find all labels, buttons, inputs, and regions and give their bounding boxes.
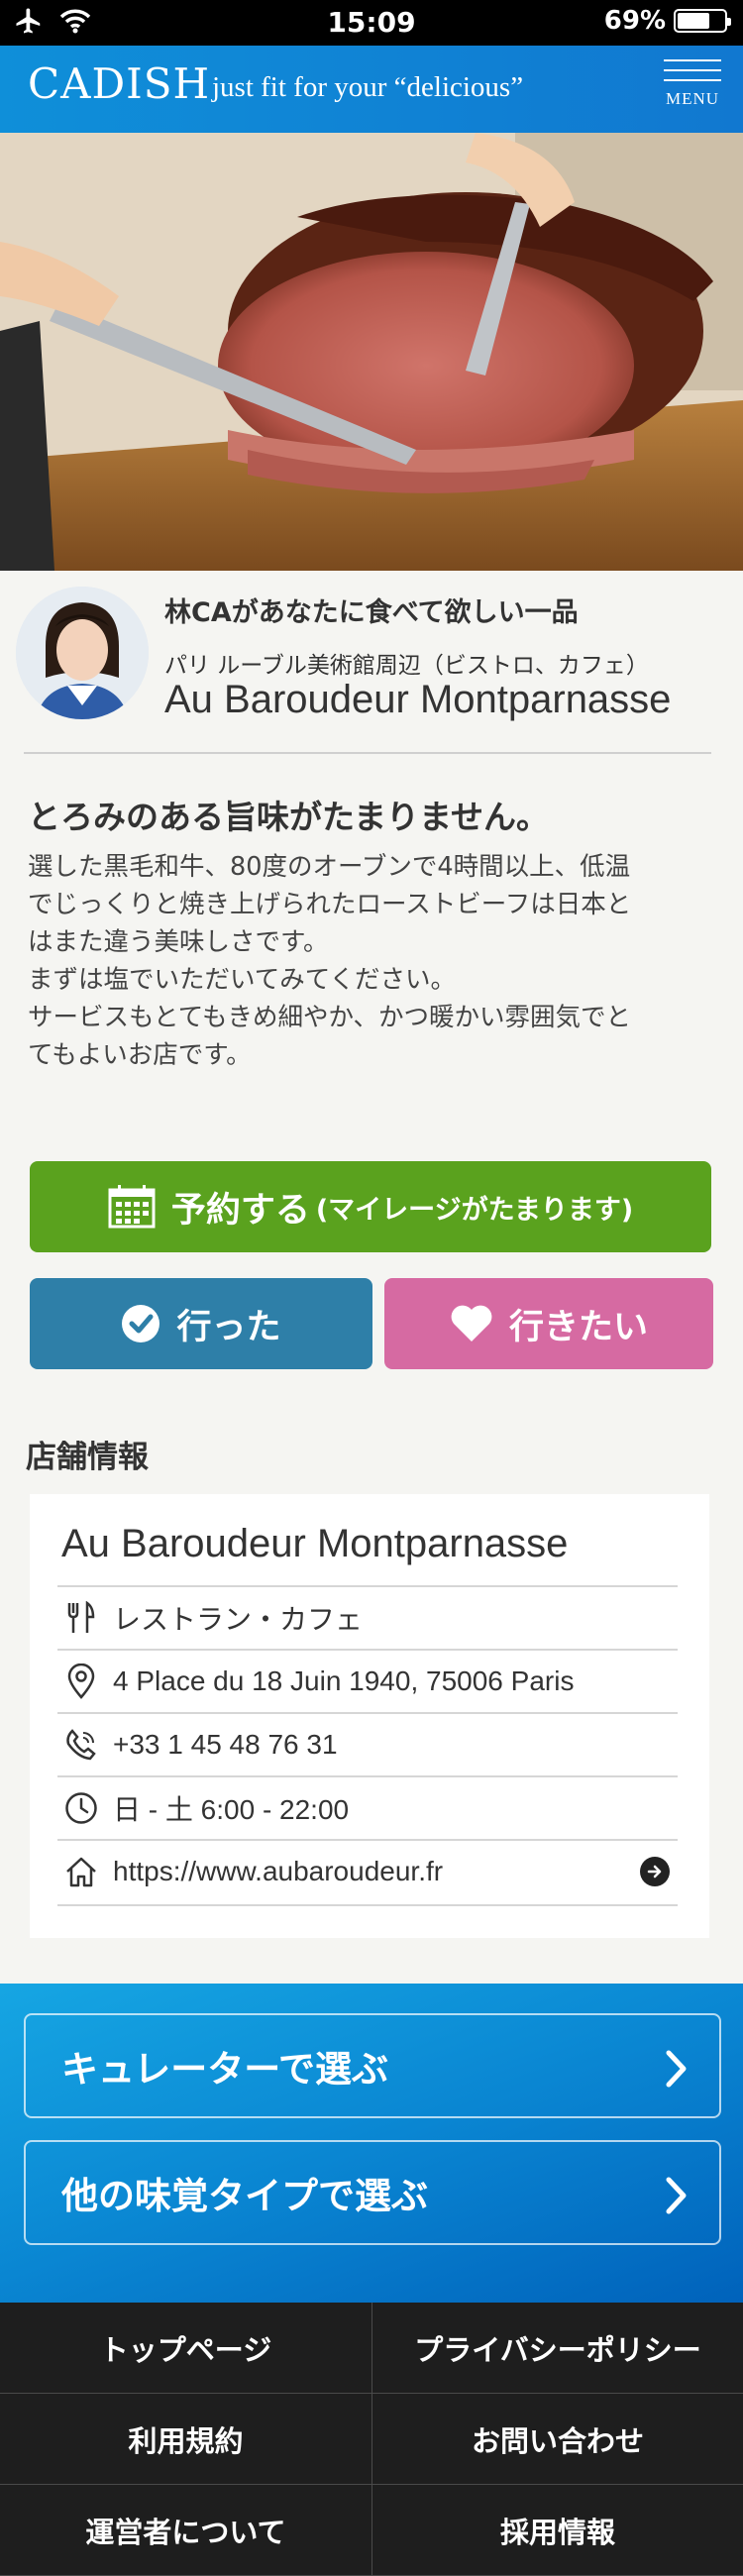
store-website[interactable]: https://www.aubaroudeur.fr bbox=[113, 1856, 443, 1887]
reserve-note: (マイレージがたまります) bbox=[315, 1194, 634, 1226]
went-button[interactable]: 行った bbox=[30, 1278, 372, 1369]
review-body: 選した黒毛和牛、80度のオーブンで4時間以上、低温 でじっくりと焼き上げられたロ… bbox=[28, 848, 721, 1074]
restaurant-area: パリ ルーブル美術館周辺（ビストロ、カフェ） bbox=[164, 653, 649, 679]
browse-by-curator-label: キュレーターで選ぶ bbox=[61, 2048, 389, 2091]
arrow-right-circle-icon[interactable] bbox=[640, 1857, 670, 1886]
divider bbox=[57, 1904, 678, 1906]
chevron-right-icon bbox=[664, 2176, 690, 2224]
footer-link-top[interactable]: トップページ bbox=[0, 2303, 372, 2394]
store-phone: +33 1 45 48 76 31 bbox=[113, 1729, 338, 1760]
status-bar: 15:09 69% bbox=[0, 0, 743, 46]
store-address-row[interactable]: 4 Place du 18 Juin 1940, 75006 Paris bbox=[57, 1649, 678, 1712]
footer-link-terms[interactable]: 利用規約 bbox=[0, 2394, 372, 2485]
want-to-go-button[interactable]: 行きたい bbox=[384, 1278, 713, 1369]
review-line: はまた違う美味しさです。 bbox=[28, 927, 329, 957]
review-line: まずは塩でいただいてみてください。 bbox=[28, 965, 456, 995]
store-category: レストラン・カフェ bbox=[113, 1604, 364, 1635]
curator-heading: 林CAがあなたに食べて欲しい一品 bbox=[164, 597, 579, 628]
browse-section: キュレーターで選ぶ 他の味覚タイプで選ぶ bbox=[0, 1984, 743, 2303]
store-hours-row: 日 - 土 6:00 - 22:00 bbox=[57, 1775, 678, 1839]
review-line: でじっくりと焼き上げられたローストビーフは日本と bbox=[28, 890, 632, 919]
hero-food-photo bbox=[0, 133, 743, 571]
store-phone-row[interactable]: +33 1 45 48 76 31 bbox=[57, 1712, 678, 1775]
store-hours: 日 - 土 6:00 - 22:00 bbox=[113, 1794, 350, 1825]
review-line: てもよいお店です。 bbox=[28, 1040, 252, 1070]
footer-link-careers[interactable]: 採用情報 bbox=[372, 2485, 743, 2576]
site-tagline: just fit for your “delicious” bbox=[212, 71, 524, 103]
went-label: 行った bbox=[176, 1307, 281, 1347]
battery-percent: 69% bbox=[603, 6, 666, 36]
browse-by-curator-link[interactable]: キュレーターで選ぶ bbox=[24, 2013, 721, 2118]
clock-icon bbox=[63, 1790, 99, 1826]
site-logo[interactable]: CADISH bbox=[28, 59, 210, 108]
site-footer: トップページ プライバシーポリシー 利用規約 お問い合わせ 運営者について 採用… bbox=[0, 2303, 743, 2576]
review-line: 選した黒毛和牛、80度のオーブンで4時間以上、低温 bbox=[28, 852, 631, 882]
store-address: 4 Place du 18 Juin 1940, 75006 Paris bbox=[113, 1665, 575, 1696]
reserve-label: 予約する bbox=[170, 1190, 310, 1231]
footer-link-privacy[interactable]: プライバシーポリシー bbox=[372, 2303, 743, 2394]
store-info-title: 店舗情報 bbox=[26, 1440, 149, 1475]
map-pin-icon bbox=[63, 1664, 99, 1699]
menu-label: MENU bbox=[665, 89, 720, 108]
browse-by-taste-link[interactable]: 他の味覚タイプで選ぶ bbox=[24, 2140, 721, 2245]
divider bbox=[24, 752, 711, 754]
check-circle-icon bbox=[121, 1304, 160, 1343]
site-header: CADISH just fit for your “delicious” MEN… bbox=[0, 46, 743, 133]
review-line: サービスもとてもきめ細やか、かつ暖かい雰囲気でと bbox=[28, 1003, 631, 1032]
heart-icon bbox=[450, 1304, 493, 1343]
home-icon bbox=[63, 1854, 99, 1889]
browse-by-taste-label: 他の味覚タイプで選ぶ bbox=[61, 2175, 428, 2217]
footer-link-contact[interactable]: お問い合わせ bbox=[372, 2394, 743, 2485]
store-category-row: レストラン・カフェ bbox=[57, 1585, 678, 1649]
menu-button[interactable]: MENU bbox=[664, 59, 721, 121]
fork-knife-icon bbox=[63, 1600, 99, 1636]
chevron-right-icon bbox=[664, 2049, 690, 2097]
curator-section: 林CAがあなたに食べて欲しい一品 パリ ルーブル美術館周辺（ビストロ、カフェ） … bbox=[0, 571, 743, 759]
footer-link-about[interactable]: 運営者について bbox=[0, 2485, 372, 2576]
store-website-row[interactable]: https://www.aubaroudeur.fr bbox=[57, 1839, 678, 1902]
want-label: 行きたい bbox=[508, 1307, 648, 1347]
store-name: Au Baroudeur Montparnasse bbox=[61, 1522, 569, 1565]
review-headline: とろみのある旨味がたまりません。 bbox=[28, 798, 550, 836]
calendar-icon bbox=[108, 1185, 156, 1229]
phone-icon bbox=[63, 1727, 99, 1763]
reserve-button[interactable]: 予約する (マイレージがたまります) bbox=[30, 1161, 711, 1252]
store-info-card: Au Baroudeur Montparnasse レストラン・カフェ 4 Pl… bbox=[30, 1494, 709, 1938]
curator-avatar[interactable] bbox=[16, 587, 149, 719]
battery-icon bbox=[674, 9, 731, 33]
restaurant-title: Au Baroudeur Montparnasse bbox=[164, 678, 672, 721]
